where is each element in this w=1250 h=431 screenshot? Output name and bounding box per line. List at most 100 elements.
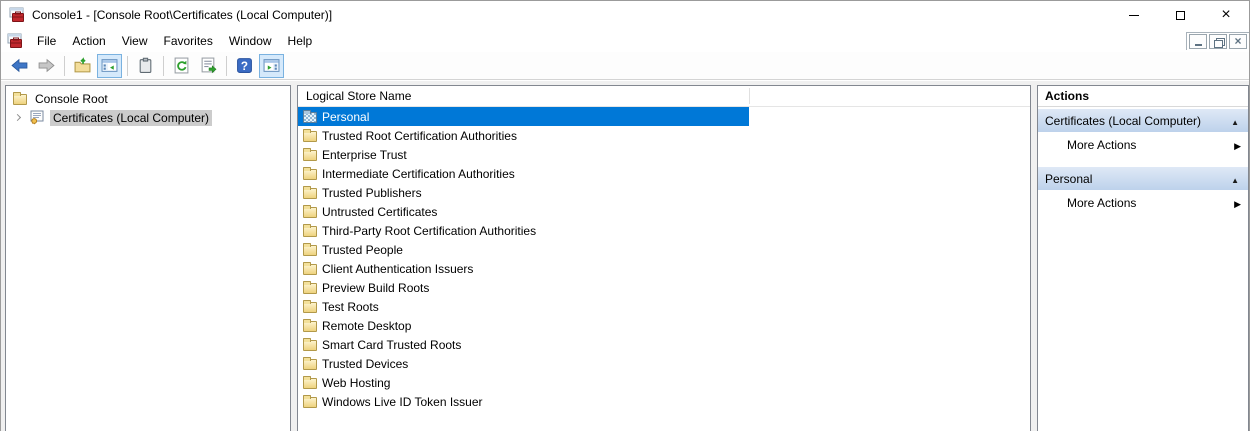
toolbar-separator (226, 56, 227, 76)
folder-icon (303, 359, 317, 370)
collapse-icon[interactable] (1231, 114, 1239, 128)
action-pane-icon (263, 57, 280, 74)
help-button[interactable]: ? (232, 54, 257, 78)
more-actions-item[interactable]: More Actions (1038, 190, 1248, 216)
list-item[interactable]: Client Authentication Issuers (298, 259, 749, 278)
list-item[interactable]: Remote Desktop (298, 316, 749, 335)
tree-item-label: Certificates (Local Computer) (50, 110, 212, 126)
window-title: Console1 - [Console Root\Certificates (L… (32, 8, 332, 22)
list-item[interactable]: Trusted Devices (298, 354, 749, 373)
menu-window[interactable]: Window (221, 32, 280, 50)
paste-button[interactable] (133, 54, 158, 78)
close-button[interactable] (1203, 1, 1249, 29)
actions-section-header[interactable]: Personal (1038, 167, 1248, 190)
content-area: Console Root Certificates (Local Compute… (1, 81, 1249, 431)
minimize-icon (1129, 15, 1139, 16)
menu-help[interactable]: Help (280, 32, 321, 50)
list-item-label: Smart Card Trusted Roots (322, 338, 461, 352)
forward-arrow-icon (38, 57, 55, 74)
list-item[interactable]: Intermediate Certification Authorities (298, 164, 749, 183)
actions-section-certificates: Certificates (Local Computer) More Actio… (1038, 109, 1248, 158)
folder-icon (303, 169, 317, 180)
list-item[interactable]: Web Hosting (298, 373, 749, 392)
child-minimize-button[interactable] (1189, 34, 1207, 49)
list-item[interactable]: Untrusted Certificates (298, 202, 749, 221)
toolbar: ? (1, 52, 1249, 80)
mmc-window: Console1 - [Console Root\Certificates (L… (0, 0, 1250, 431)
list-item-label: Untrusted Certificates (322, 205, 437, 219)
menu-favorites[interactable]: Favorites (156, 32, 221, 50)
list-item-label: Trusted Devices (322, 357, 408, 371)
tree-item-certificates[interactable]: Certificates (Local Computer) (6, 108, 290, 127)
list-item-label: Trusted Publishers (322, 186, 422, 200)
list-item-label: Trusted Root Certification Authorities (322, 129, 517, 143)
column-header-logical-store-name[interactable]: Logical Store Name (298, 86, 1030, 107)
list-item-personal[interactable]: Personal (298, 107, 749, 126)
list-item-label: Enterprise Trust (322, 148, 407, 162)
list-item[interactable]: Trusted Publishers (298, 183, 749, 202)
folder-icon (303, 131, 317, 142)
up-one-level-button[interactable] (70, 54, 95, 78)
refresh-icon (173, 57, 190, 74)
list-item[interactable]: Test Roots (298, 297, 749, 316)
folder-icon (303, 188, 317, 199)
toolbar-separator (64, 56, 65, 76)
folder-up-icon (74, 57, 91, 74)
list-item-label: Remote Desktop (322, 319, 411, 333)
folder-icon (303, 340, 317, 351)
collapse-icon[interactable] (1231, 172, 1239, 186)
list-item[interactable]: Trusted Root Certification Authorities (298, 126, 749, 145)
actions-pane-title: Actions (1038, 86, 1248, 107)
mmc-app-icon (9, 7, 25, 23)
maximize-icon (1176, 11, 1185, 20)
list-item[interactable]: Preview Build Roots (298, 278, 749, 297)
svg-text:?: ? (241, 60, 248, 73)
child-close-button[interactable] (1229, 34, 1247, 49)
child-restore-button[interactable] (1209, 34, 1227, 49)
more-actions-item[interactable]: More Actions (1038, 132, 1248, 158)
more-actions-label: More Actions (1067, 138, 1136, 152)
list-item[interactable]: Enterprise Trust (298, 145, 749, 164)
folder-icon (303, 264, 317, 275)
column-divider[interactable] (749, 88, 750, 104)
list-item[interactable]: Smart Card Trusted Roots (298, 335, 749, 354)
folder-icon (303, 397, 317, 408)
list-item[interactable]: Third-Party Root Certification Authoriti… (298, 221, 749, 240)
submenu-arrow-icon (1234, 138, 1241, 152)
minimize-button[interactable] (1111, 1, 1157, 29)
list-item-label: Intermediate Certification Authorities (322, 167, 515, 181)
list-item[interactable]: Trusted People (298, 240, 749, 259)
mmc-child-icon (7, 33, 23, 49)
clipboard-icon (137, 57, 154, 74)
list-item-label: Test Roots (322, 300, 379, 314)
menu-file[interactable]: File (29, 32, 64, 50)
tree-item-console-root[interactable]: Console Root (6, 89, 290, 108)
folder-icon (303, 150, 317, 161)
actions-section-gap (1038, 158, 1248, 165)
menu-action[interactable]: Action (64, 32, 113, 50)
chevron-right-icon[interactable] (14, 114, 21, 121)
actions-section-header-label: Personal (1045, 172, 1092, 186)
actions-section-header-label: Certificates (Local Computer) (1045, 114, 1201, 128)
console-tree-icon (101, 57, 118, 74)
show-hide-action-pane-button[interactable] (259, 54, 284, 78)
list-item-label: Preview Build Roots (322, 281, 429, 295)
toolbar-separator (127, 56, 128, 76)
toolbar-separator (163, 56, 164, 76)
export-list-button[interactable] (196, 54, 221, 78)
list-item[interactable]: Windows Live ID Token Issuer (298, 392, 749, 411)
back-button[interactable] (7, 54, 32, 78)
actions-panel: Actions Certificates (Local Computer) Mo… (1037, 85, 1249, 431)
actions-section-header[interactable]: Certificates (Local Computer) (1038, 109, 1248, 132)
list-item-label: Windows Live ID Token Issuer (322, 395, 483, 409)
list-item-label: Third-Party Root Certification Authoriti… (322, 224, 536, 238)
menu-view[interactable]: View (114, 32, 156, 50)
list-item-label: Web Hosting (322, 376, 390, 390)
show-hide-console-tree-button[interactable] (97, 54, 122, 78)
submenu-arrow-icon (1234, 196, 1241, 210)
folder-icon (303, 283, 317, 294)
child-window-controls (1186, 32, 1249, 50)
forward-button[interactable] (34, 54, 59, 78)
refresh-button[interactable] (169, 54, 194, 78)
maximize-button[interactable] (1157, 1, 1203, 29)
